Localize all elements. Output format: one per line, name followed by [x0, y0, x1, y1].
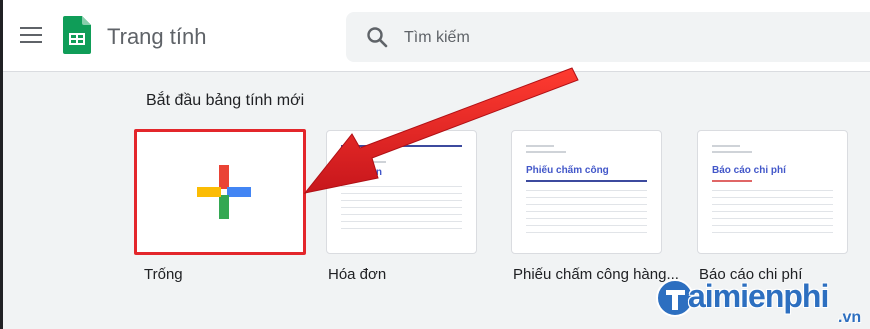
expense-preview: Báo cáo chi phí	[712, 145, 833, 239]
template-blank-thumbnail[interactable]	[134, 129, 306, 255]
template-invoice-thumbnail[interactable]: Hóa đơn	[326, 130, 477, 254]
taimienphi-watermark: aimienphi .vn	[655, 272, 870, 329]
watermark-text: aimienphi	[688, 278, 829, 314]
google-sheets-icon[interactable]	[63, 16, 91, 54]
hamburger-menu-icon[interactable]	[20, 27, 42, 45]
watermark-suffix: .vn	[838, 309, 862, 326]
search-bar[interactable]	[346, 12, 870, 62]
search-icon[interactable]	[366, 26, 388, 48]
template-expense-report-thumbnail[interactable]: Báo cáo chi phí	[697, 130, 848, 254]
multicolor-plus-icon	[197, 165, 251, 219]
app-header: Trang tính	[3, 0, 870, 72]
template-blank-label[interactable]: Trống	[144, 266, 183, 283]
invoice-preview-heading: Hóa đơn	[341, 167, 382, 178]
timesheet-preview-heading: Phiếu chấm công	[526, 165, 609, 176]
template-invoice-label[interactable]: Hóa đơn	[328, 266, 386, 283]
expense-preview-heading: Báo cáo chi phí	[712, 165, 786, 176]
search-input[interactable]	[402, 27, 786, 49]
app-title: Trang tính	[107, 24, 207, 49]
gallery-title: Bắt đầu bảng tính mới	[146, 92, 305, 109]
timesheet-preview: Phiếu chấm công	[526, 145, 647, 239]
invoice-preview: Hóa đơn	[341, 145, 462, 235]
template-timesheet-thumbnail[interactable]: Phiếu chấm công	[511, 130, 662, 254]
